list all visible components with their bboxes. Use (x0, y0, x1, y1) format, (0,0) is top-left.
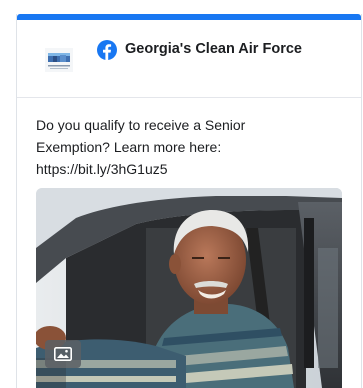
page-name[interactable]: Georgia's Clean Air Force (125, 41, 302, 57)
post-header: Georgia's Clean Air Force (17, 20, 361, 98)
post-text: Do you qualify to receive a Senior Exemp… (36, 114, 336, 180)
page-logo[interactable] (45, 48, 73, 72)
post-text-line: Exemption? Learn more here: (36, 139, 222, 155)
facebook-post-card: Georgia's Clean Air Force Do you qualify… (16, 14, 362, 388)
post-link[interactable]: https://bit.ly/3hG1uz5 (36, 158, 336, 180)
image-icon[interactable] (45, 340, 81, 368)
post-text-line: Do you qualify to receive a Senior (36, 117, 246, 133)
facebook-icon (97, 40, 117, 60)
post-image[interactable] (36, 188, 342, 388)
